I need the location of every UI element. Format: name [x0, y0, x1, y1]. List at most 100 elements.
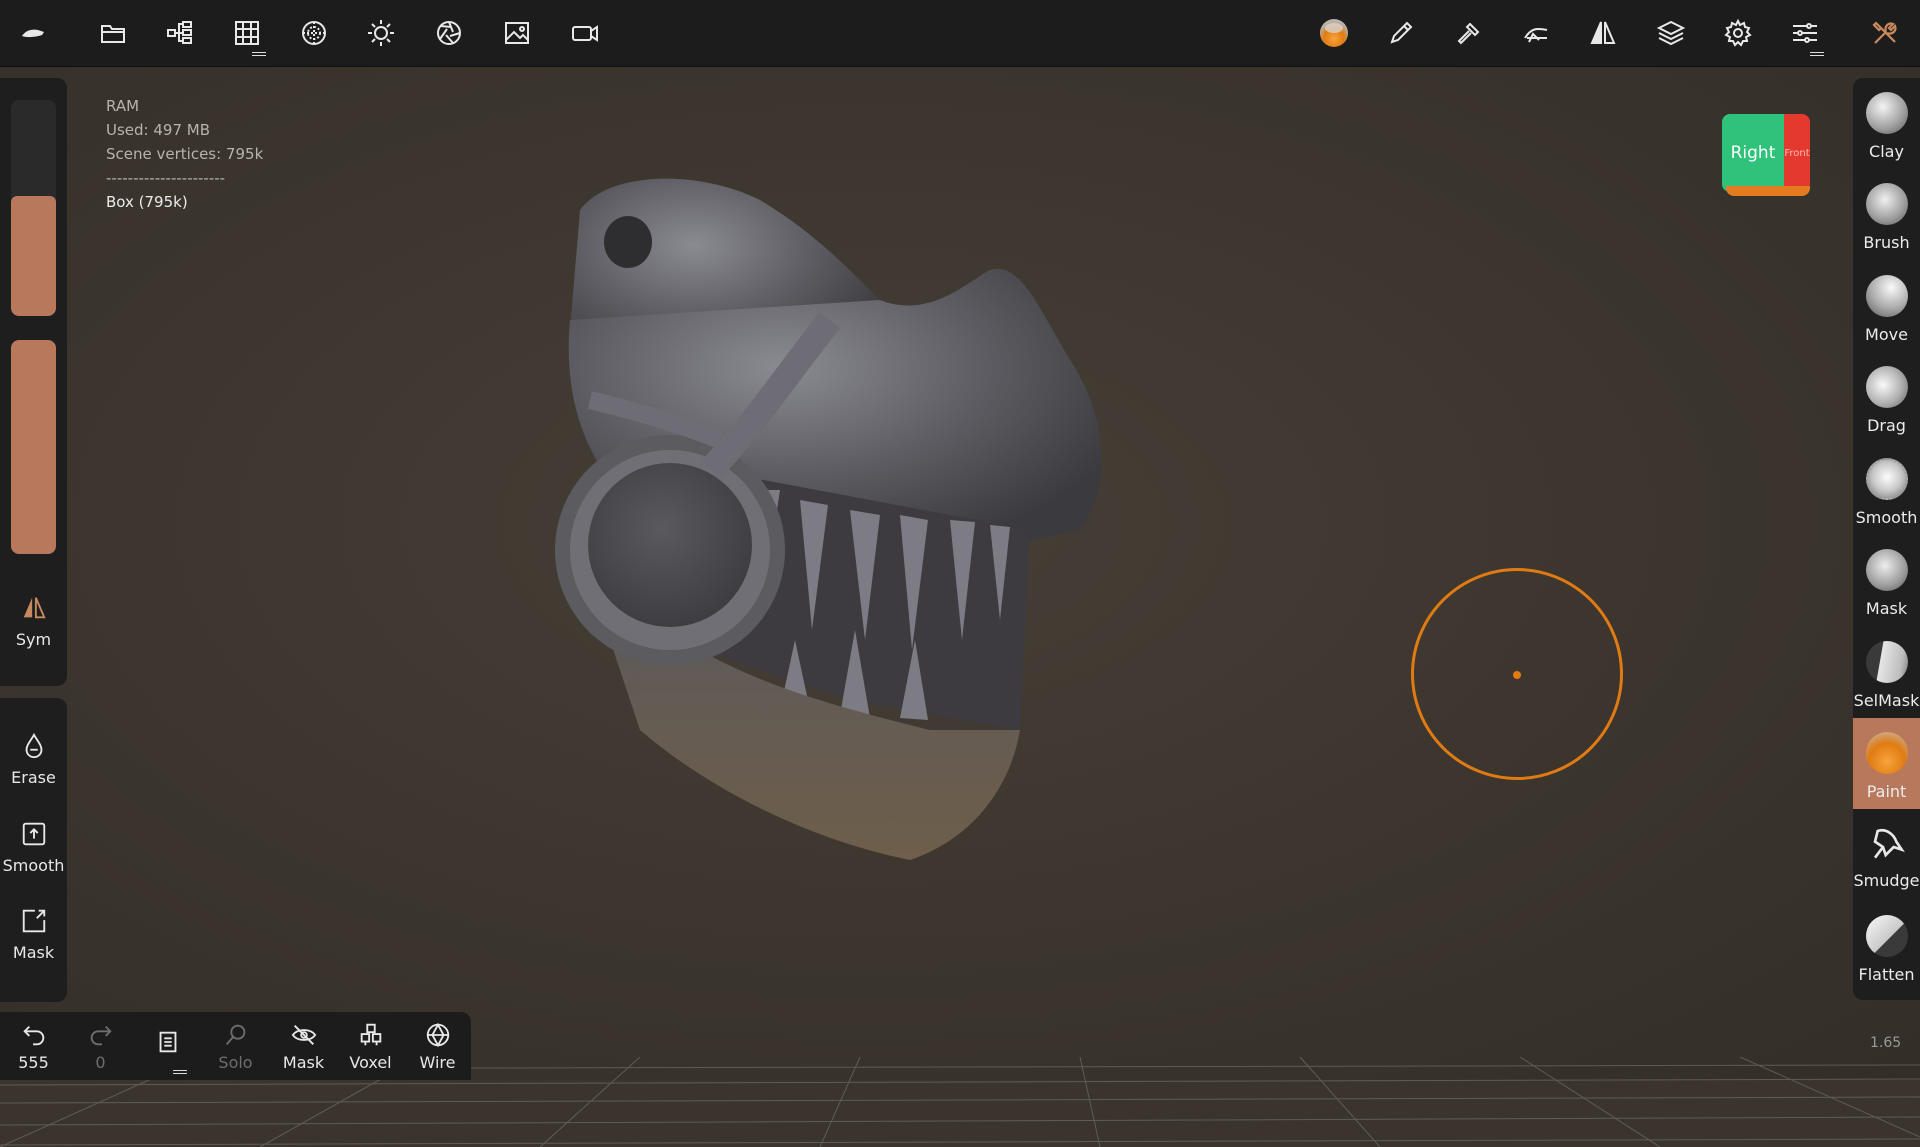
view-cube-front-face[interactable]: Front: [1784, 114, 1810, 192]
tool-label: Mask: [1865, 599, 1908, 618]
smudge-icon: [1872, 829, 1905, 859]
tool-label: Move: [1865, 325, 1908, 344]
zoom-readout: 1.65: [1870, 1035, 1902, 1051]
scene-info-overlay: RAM Used: 497 MB Scene vertices: 795k --…: [106, 94, 263, 214]
brush-radius-slider[interactable]: [11, 100, 56, 316]
tool-label: Smooth: [1855, 508, 1918, 527]
redo-button[interactable]: 0: [67, 1012, 134, 1080]
tool-smooth[interactable]: Smooth: [1853, 444, 1920, 535]
wire-label: Wire: [419, 1053, 456, 1072]
ram-label: RAM: [106, 97, 140, 115]
mask-button[interactable]: Mask: [0, 901, 67, 981]
view-cube[interactable]: Right Front: [1722, 110, 1814, 196]
stroke-settings-icon[interactable]: [1513, 10, 1559, 56]
brush-intensity-slider-fill: [11, 340, 56, 554]
tool-label: Paint: [1866, 782, 1907, 801]
drop-icon: [25, 732, 42, 759]
wire-button[interactable]: Wire: [404, 1012, 471, 1080]
more-indicator: [173, 1070, 187, 1074]
mask-label: Mask: [282, 1053, 325, 1072]
voxel-button[interactable]: Voxel: [337, 1012, 404, 1080]
light-sun-icon[interactable]: [358, 10, 404, 56]
symmetry-icon: [23, 597, 46, 619]
voxel-label: Voxel: [349, 1053, 392, 1072]
folder-icon[interactable]: [90, 10, 136, 56]
sliders-icon[interactable]: [1782, 10, 1828, 56]
pencil-icon[interactable]: [1378, 10, 1424, 56]
redo-icon: [90, 1025, 112, 1046]
undo-button[interactable]: 555: [0, 1012, 67, 1080]
mask-visibility-button[interactable]: Mask: [270, 1012, 337, 1080]
tool-drag[interactable]: Drag: [1853, 352, 1920, 443]
paint-sphere-icon: [1865, 732, 1908, 774]
object-list-button[interactable]: [134, 1012, 201, 1080]
tool-brush[interactable]: Brush: [1853, 169, 1920, 260]
undo-icon: [22, 1025, 44, 1046]
scene-tree-icon[interactable]: [157, 10, 203, 56]
brush-center-dot: [1513, 671, 1521, 679]
solo-button[interactable]: Solo: [202, 1012, 269, 1080]
topology-grid-icon[interactable]: [224, 10, 270, 56]
layers-icon[interactable]: [1648, 10, 1694, 56]
app-logo-icon[interactable]: [10, 10, 56, 56]
brush-radius-slider-fill: [11, 196, 56, 316]
view-cube-bottom-face[interactable]: [1726, 186, 1810, 196]
tool-label: SelMask: [1853, 691, 1920, 710]
voxel-cubes-icon: [360, 1023, 381, 1046]
hammer-icon[interactable]: [1446, 10, 1492, 56]
tool-label: Flatten: [1858, 965, 1915, 984]
smooth-label: Smooth: [2, 856, 65, 875]
tool-flatten[interactable]: Flatten: [1853, 901, 1920, 992]
erase-label: Erase: [11, 768, 56, 787]
tool-mask[interactable]: Mask: [1853, 535, 1920, 626]
top-toolbar: [0, 0, 1920, 67]
smooth-sphere-icon: [1865, 458, 1908, 500]
smooth-box-icon: [22, 822, 45, 846]
tool-label: Smudge: [1853, 871, 1920, 890]
left-slider-panel: Sym: [0, 78, 67, 686]
image-icon[interactable]: [494, 10, 540, 56]
tool-clay[interactable]: Clay: [1853, 78, 1920, 169]
selmask-sphere-icon: [1865, 641, 1908, 683]
left-modifier-panel: Erase Smooth Mask: [0, 698, 67, 1002]
bottom-toolbar: 555 0 Solo Mask Voxel Wire: [0, 1012, 471, 1080]
symmetry-icon[interactable]: [1580, 10, 1626, 56]
clay-sphere-icon: [1865, 92, 1908, 134]
tools-wrench-icon[interactable]: [1862, 10, 1908, 56]
sculpt-model[interactable]: [550, 170, 1210, 860]
move-sphere-icon: [1865, 275, 1908, 317]
tool-label: Clay: [1869, 142, 1904, 161]
erase-button[interactable]: Erase: [0, 726, 67, 806]
mask-label: Mask: [12, 943, 55, 962]
smooth-button[interactable]: Smooth: [0, 814, 67, 894]
mask-sphere-icon: [1865, 549, 1908, 591]
material-sphere-icon[interactable]: [291, 10, 337, 56]
tool-selmask[interactable]: SelMask: [1853, 627, 1920, 718]
tool-paint[interactable]: Paint: [1853, 718, 1920, 809]
tool-smudge[interactable]: Smudge: [1853, 809, 1920, 900]
gear-icon[interactable]: [1715, 10, 1761, 56]
search-icon: [225, 1024, 245, 1045]
sym-button[interactable]: Sym: [0, 588, 67, 668]
view-cube-right-face[interactable]: Right: [1722, 114, 1784, 192]
brush-sphere-icon: [1865, 183, 1908, 225]
solo-label: Solo: [218, 1053, 253, 1072]
camera-aperture-icon[interactable]: [426, 10, 472, 56]
scene-vertices: Scene vertices: 795k: [106, 145, 264, 163]
tool-label: Drag: [1867, 416, 1906, 435]
document-icon: [159, 1031, 176, 1053]
tool-label: Brush: [1863, 233, 1910, 252]
sculpt-tools-panel: Clay Brush Move Drag Smooth Mask SelMask…: [1853, 78, 1920, 1000]
drag-sphere-icon: [1865, 366, 1908, 408]
brush-intensity-slider[interactable]: [11, 340, 56, 554]
paint-material-swatch-icon[interactable]: [1311, 10, 1357, 56]
info-separator: ----------------------: [106, 169, 226, 187]
object-name: Box (795k): [106, 193, 188, 211]
ram-used: Used: 497 MB: [106, 121, 210, 139]
sym-label: Sym: [15, 630, 52, 649]
eye-off-icon: [291, 1025, 316, 1045]
undo-count: 555: [18, 1053, 49, 1072]
video-camera-icon[interactable]: [562, 10, 608, 56]
tool-move[interactable]: Move: [1853, 261, 1920, 352]
redo-count: 0: [95, 1053, 106, 1072]
